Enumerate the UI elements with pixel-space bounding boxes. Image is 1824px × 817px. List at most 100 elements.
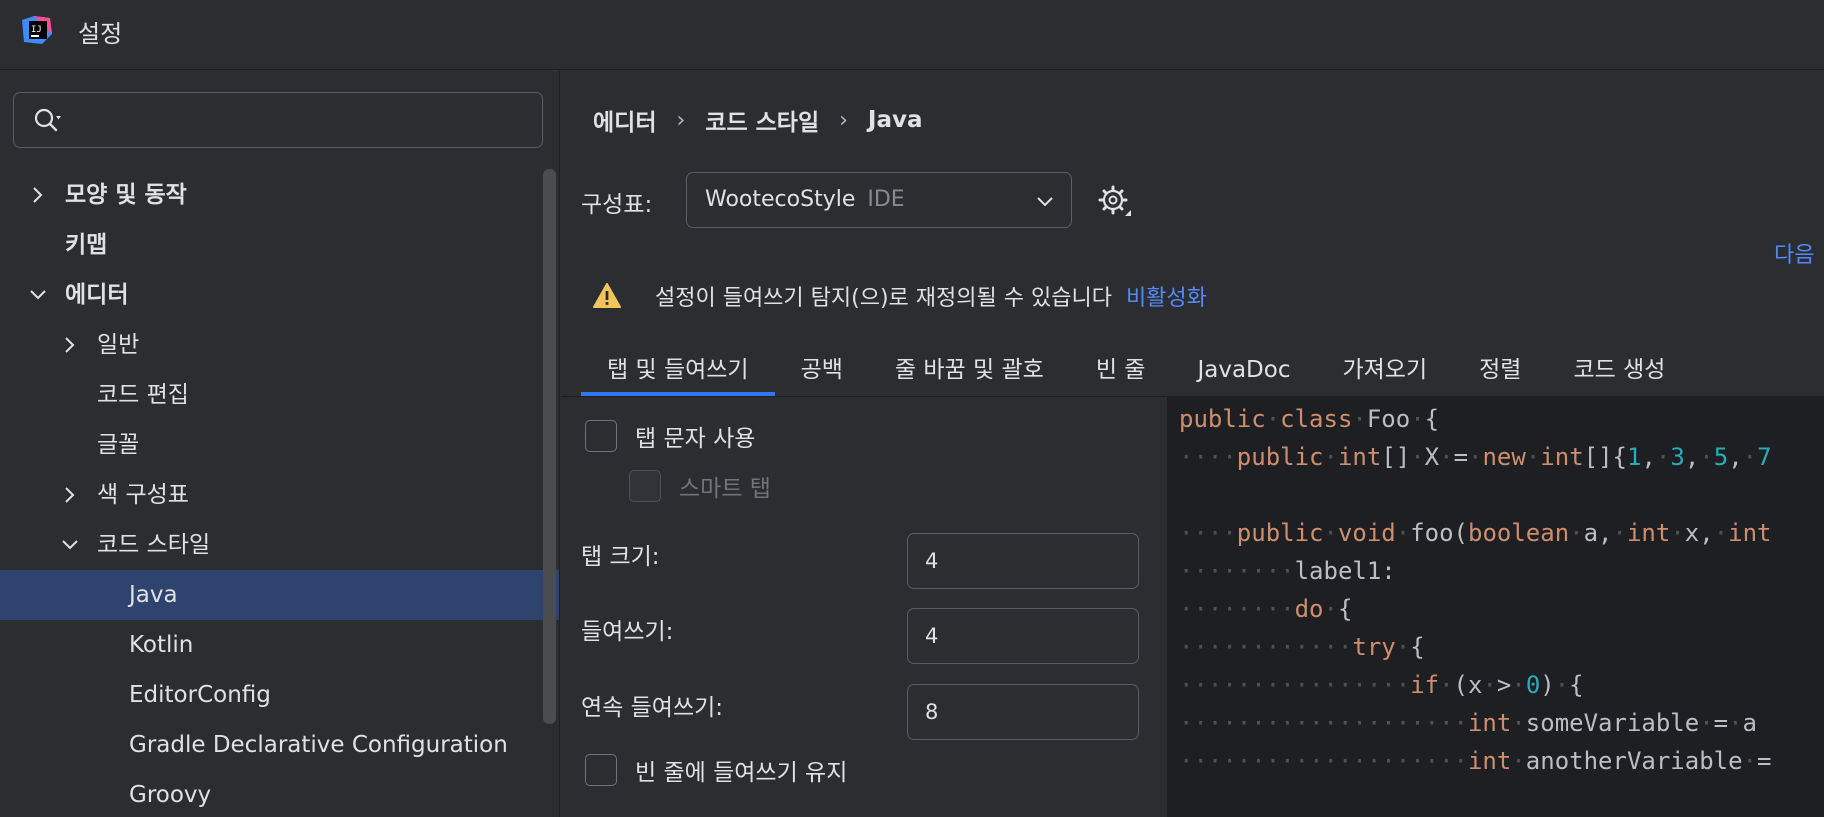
code-token: int xyxy=(1467,709,1512,737)
chevron-down-icon xyxy=(1037,197,1053,207)
code-token: · xyxy=(1699,443,1714,471)
code-token: x, xyxy=(1684,519,1714,547)
disable-link[interactable]: 비활성화 xyxy=(1126,280,1207,312)
breadcrumb-item-editor[interactable]: 에디터 xyxy=(593,103,656,137)
code-token: int xyxy=(1626,519,1671,547)
code-token: · xyxy=(1439,443,1454,471)
code-token: ········ xyxy=(1179,595,1295,623)
code-token: a, xyxy=(1583,519,1613,547)
code-token: public xyxy=(1236,443,1324,471)
tab-0[interactable]: 탭 및 들여쓰기 xyxy=(581,347,775,397)
gear-icon[interactable] xyxy=(1095,182,1135,222)
code-token: void xyxy=(1337,519,1396,547)
tab-6[interactable]: 정렬 xyxy=(1453,347,1547,397)
tab-3[interactable]: 빈 줄 xyxy=(1070,347,1172,397)
code-token: ) xyxy=(1540,671,1555,699)
indent-field[interactable]: 4 xyxy=(907,608,1139,664)
continuation-indent-field[interactable]: 8 xyxy=(907,684,1139,740)
sidebar-item[interactable]: 키맵 xyxy=(0,220,559,270)
code-token: boolean xyxy=(1468,519,1570,547)
code-token: · xyxy=(1352,405,1367,433)
settings-search-input[interactable] xyxy=(78,101,528,139)
use-tab-character-checkbox[interactable] xyxy=(585,420,617,452)
sidebar-item[interactable]: Kotlin xyxy=(0,620,559,670)
sidebar-item-label: Groovy xyxy=(129,782,212,808)
code-token: 7 xyxy=(1757,443,1772,471)
sidebar-item[interactable]: Java xyxy=(0,570,559,620)
sidebar-item-label: 에디터 xyxy=(65,282,129,308)
tab-5[interactable]: 가져오기 xyxy=(1316,347,1453,397)
search-icon[interactable] xyxy=(32,106,68,136)
code-token: ···················· xyxy=(1179,709,1468,737)
settings-search-box[interactable] xyxy=(13,92,543,148)
code-token: public xyxy=(1179,405,1266,433)
sidebar-item[interactable]: EditorConfig xyxy=(0,670,559,720)
tab-7[interactable]: 코드 생성 xyxy=(1547,347,1691,397)
code-token: , xyxy=(1641,443,1656,471)
use-tab-character-option[interactable]: 탭 문자 사용 xyxy=(585,419,755,453)
code-token: · xyxy=(1511,747,1526,775)
code-token: anotherVariable xyxy=(1525,747,1743,775)
sidebar-item[interactable]: Groovy xyxy=(0,770,559,817)
next-link[interactable]: 다음 xyxy=(1774,237,1814,269)
code-token: · xyxy=(1323,595,1338,623)
sidebar-item[interactable]: 에디터 xyxy=(0,270,559,320)
code-token: · xyxy=(1713,519,1729,547)
sidebar-item[interactable]: 글꼴 xyxy=(0,420,559,470)
sidebar-item[interactable]: Gradle Declarative Configuration xyxy=(0,720,559,770)
code-token: · xyxy=(1482,671,1497,699)
code-token: ···· xyxy=(1179,443,1237,471)
chevron-right-icon: › xyxy=(676,107,686,133)
settings-tree: 모양 및 동작키맵에디터일반 코드 편집 글꼴 색 구성표코드 스타일 Java Kotl… xyxy=(0,170,559,817)
code-token: · xyxy=(1511,671,1526,699)
breadcrumb: 에디터 › 코드 스타일 › Java xyxy=(593,103,923,137)
code-token: · xyxy=(1410,405,1425,433)
scheme-tag: IDE xyxy=(867,187,905,212)
sidebar-item-label: Gradle Declarative Configuration xyxy=(129,732,508,758)
chevron-down-icon[interactable] xyxy=(60,535,80,555)
sidebar-item[interactable]: 색 구성표 xyxy=(0,470,559,520)
tab-1[interactable]: 공백 xyxy=(775,347,869,397)
code-token: , xyxy=(1684,443,1700,471)
code-token: · xyxy=(1742,443,1758,471)
svg-text:IJ: IJ xyxy=(31,25,42,35)
chevron-right-icon[interactable] xyxy=(60,485,80,505)
sidebar-item-label: 키맵 xyxy=(65,232,108,258)
tab-size-field[interactable]: 4 xyxy=(907,533,1139,589)
code-token: try xyxy=(1352,633,1396,661)
tab-2[interactable]: 줄 바꿈 및 괄호 xyxy=(869,347,1070,397)
sidebar-item[interactable]: 코드 스타일 xyxy=(0,520,559,570)
tab-4[interactable]: JavaDoc xyxy=(1171,347,1316,397)
keep-indents-empty-checkbox[interactable] xyxy=(585,754,617,786)
code-token: foo( xyxy=(1410,519,1468,547)
chevron-down-icon[interactable] xyxy=(28,285,48,305)
code-token: = xyxy=(1713,709,1729,737)
sidebar-item[interactable]: 코드 편집 xyxy=(0,370,559,420)
smart-tabs-option: 스마트 탭 xyxy=(629,469,771,503)
code-token: someVariable xyxy=(1525,709,1700,737)
sidebar-item-label: EditorConfig xyxy=(129,682,271,708)
code-token: · xyxy=(1699,709,1714,737)
scheme-dropdown[interactable]: WootecoStyle IDE xyxy=(686,172,1072,228)
chevron-right-icon[interactable] xyxy=(60,335,80,355)
sidebar-item-label: 코드 스타일 xyxy=(97,532,211,558)
warning-text: 설정이 들여쓰기 탐지(으)로 재정의될 수 있습니다 xyxy=(655,286,1112,311)
breadcrumb-item-java: Java xyxy=(867,107,923,133)
code-token: ···· xyxy=(1179,519,1237,547)
code-token: = xyxy=(1453,443,1469,471)
code-token: · xyxy=(1728,709,1743,737)
scheme-label: 구성표: xyxy=(581,192,653,218)
sidebar-item[interactable]: 모양 및 동작 xyxy=(0,170,559,220)
code-token: · xyxy=(1439,671,1454,699)
intellij-logo-icon: IJ xyxy=(22,16,52,44)
sidebar-item[interactable]: 일반 xyxy=(0,320,559,370)
sidebar-scrollbar[interactable] xyxy=(543,169,556,724)
code-token: = xyxy=(1757,747,1772,775)
smart-tabs-checkbox xyxy=(629,470,661,502)
breadcrumb-item-code-style[interactable]: 코드 스타일 xyxy=(705,103,819,137)
chevron-right-icon[interactable] xyxy=(28,185,48,205)
scheme-name: WootecoStyle xyxy=(705,187,856,212)
indent-label: 들여쓰기: xyxy=(581,619,674,645)
code-token: X xyxy=(1424,443,1440,471)
keep-indents-empty-option[interactable]: 빈 줄에 들여쓰기 유지 xyxy=(585,753,847,787)
